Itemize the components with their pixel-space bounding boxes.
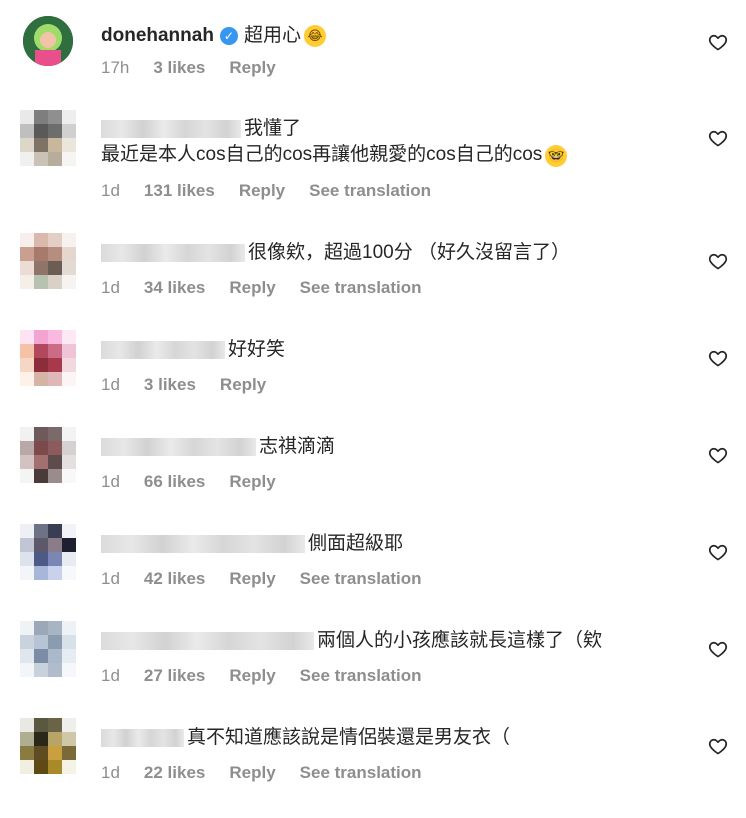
likes-count[interactable]: 27 likes [144,666,205,686]
reply-button[interactable]: Reply [220,375,266,395]
nerd-face-emoji-icon: 🤓 [545,145,568,167]
comment-header: 真不知道應該說是情侶裝還是男友衣（ [101,726,686,750]
comment-meta: 1d 22 likes Reply See translation [101,763,446,783]
comment-item: 我懂了 最近是本人cos自己的cos再讓他親愛的cos自己的cos 🤓 1d 13… [0,110,746,230]
reply-button[interactable]: Reply [229,278,275,298]
username[interactable]: donehannah [101,24,214,48]
username-redacted[interactable] [101,341,225,359]
comment-text: 真不知道應該說是情侶裝還是男友衣（ [187,727,511,748]
comment-item: 好好笑 1d 3 likes Reply [0,330,746,427]
avatar[interactable] [20,524,76,580]
comment-text: 兩個人的小孩應該就長這樣了（欸 [317,630,603,651]
timestamp[interactable]: 1d [101,375,120,395]
timestamp[interactable]: 1d [101,472,120,492]
timestamp[interactable]: 1d [101,278,120,298]
comment-item: 很像欸，超過100分 （好久沒留言了） 1d 34 likes Reply Se… [0,233,746,330]
heart-outline-icon[interactable] [708,736,728,756]
comment-item: 真不知道應該說是情侶裝還是男友衣（ 1d 22 likes Reply See … [0,718,746,815]
reply-button[interactable]: Reply [229,58,275,78]
comment-item: 兩個人的小孩應該就長這樣了（欸 1d 27 likes Reply See tr… [0,621,746,718]
see-translation-link[interactable]: See translation [309,181,431,201]
avatar[interactable] [20,233,76,289]
likes-count[interactable]: 22 likes [144,763,205,783]
heart-outline-icon[interactable] [708,348,728,368]
reply-button[interactable]: Reply [239,181,285,201]
username-redacted[interactable] [101,438,256,456]
likes-count[interactable]: 66 likes [144,472,205,492]
timestamp[interactable]: 17h [101,58,129,78]
comment-header: donehannah ✓ 超用心 😂 [101,24,686,48]
comment-text: 好好笑 [228,339,286,360]
laughing-crying-emoji-icon: 😂 [303,25,326,47]
comment-header: 側面超級耶 [101,532,686,556]
likes-count[interactable]: 42 likes [144,569,205,589]
heart-outline-icon[interactable] [708,445,728,465]
comment-meta: 1d 3 likes Reply [101,375,290,395]
comment-meta: 1d 66 likes Reply [101,472,300,492]
comment-item: donehannah ✓ 超用心 😂 17h 3 likes Reply [0,16,746,113]
comment-meta: 17h 3 likes Reply [101,58,300,78]
comment-text: 側面超級耶 [308,533,404,554]
likes-count[interactable]: 3 likes [144,375,196,395]
avatar[interactable] [23,16,73,66]
timestamp[interactable]: 1d [101,763,120,783]
avatar[interactable] [20,621,76,677]
username-redacted[interactable] [101,729,184,747]
comment-header: 兩個人的小孩應該就長這樣了（欸 [101,629,686,653]
username-redacted[interactable] [101,120,241,138]
likes-count[interactable]: 3 likes [153,58,205,78]
comment-meta: 1d 34 likes Reply See translation [101,278,446,298]
comment-meta: 1d 131 likes Reply See translation [101,181,455,201]
username-redacted[interactable] [101,632,314,650]
comment-header: 志祺滴滴 [101,435,686,459]
reply-button[interactable]: Reply [229,569,275,589]
timestamp[interactable]: 1d [101,569,120,589]
comment-meta: 1d 42 likes Reply See translation [101,569,446,589]
comment-header: 我懂了 [101,117,686,141]
comment-text: 很像欸，超過100分 （好久沒留言了） [248,242,570,263]
reply-button[interactable]: Reply [229,666,275,686]
verified-badge-icon: ✓ [219,27,238,45]
timestamp[interactable]: 1d [101,181,120,201]
username-redacted[interactable] [101,535,305,553]
comment-header: 很像欸，超過100分 （好久沒留言了） [101,241,686,265]
comment-text: 志祺滴滴 [259,436,336,457]
avatar[interactable] [20,330,76,386]
comment-text: 超用心 [243,25,301,46]
comment-meta: 1d 27 likes Reply See translation [101,666,446,686]
heart-outline-icon[interactable] [708,251,728,271]
reply-button[interactable]: Reply [229,763,275,783]
comment-header: 好好笑 [101,338,686,362]
see-translation-link[interactable]: See translation [300,569,422,589]
heart-outline-icon[interactable] [708,128,728,148]
avatar[interactable] [20,427,76,483]
comment-text: 我懂了 [244,118,302,139]
avatar-image [23,16,73,66]
avatar[interactable] [20,110,76,166]
reply-button[interactable]: Reply [229,472,275,492]
timestamp[interactable]: 1d [101,666,120,686]
heart-outline-icon[interactable] [708,639,728,659]
likes-count[interactable]: 131 likes [144,181,215,201]
likes-count[interactable]: 34 likes [144,278,205,298]
comment-item: 側面超級耶 1d 42 likes Reply See translation [0,524,746,621]
heart-outline-icon[interactable] [708,32,728,52]
heart-outline-icon[interactable] [708,542,728,562]
username-redacted[interactable] [101,244,245,262]
avatar[interactable] [20,718,76,774]
comment-text-line2: 最近是本人cos自己的cos再讓他親愛的cos自己的cos 🤓 [101,143,568,167]
comment-item: 志祺滴滴 1d 66 likes Reply [0,427,746,524]
see-translation-link[interactable]: See translation [300,666,422,686]
see-translation-link[interactable]: See translation [300,278,422,298]
see-translation-link[interactable]: See translation [300,763,422,783]
